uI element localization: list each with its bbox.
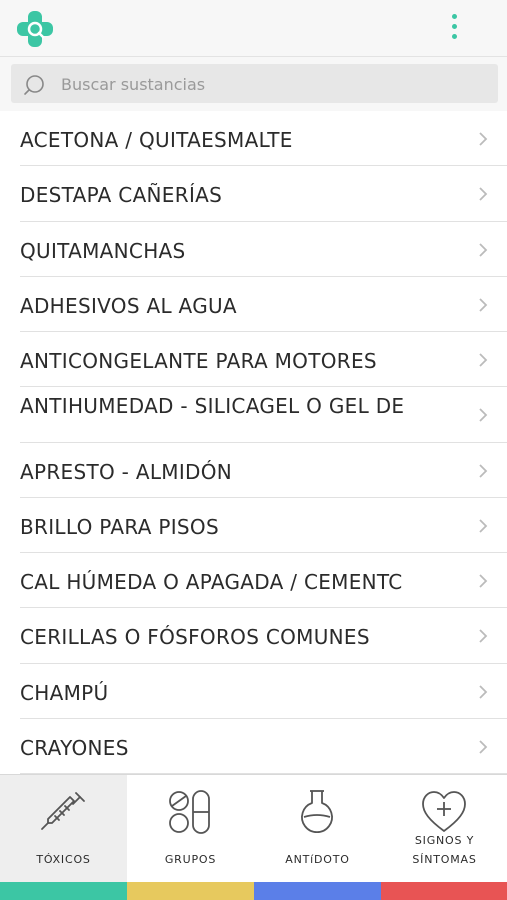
list-item-label: CRAYONES bbox=[20, 735, 129, 760]
chevron-right-icon bbox=[479, 463, 488, 478]
top-app-bar bbox=[0, 0, 507, 57]
chevron-right-icon bbox=[479, 187, 488, 201]
chevron-right-icon bbox=[479, 242, 488, 257]
chevron-right-icon bbox=[479, 574, 488, 588]
list-item-label: ANTIHUMEDAD - SILICAGEL O GEL DE bbox=[20, 394, 405, 419]
tab-grupos[interactable]: GRUPOS bbox=[127, 775, 254, 883]
flask-icon bbox=[301, 790, 333, 833]
list-item-label: ACETONA / QUITAESMALTE bbox=[20, 128, 293, 152]
list-item-label: CAL HÚMEDA O APAGADA / CEMENTC bbox=[20, 570, 403, 594]
chevron-right-icon bbox=[479, 353, 488, 367]
list-item[interactable]: ADHESIVOS AL AGUA bbox=[0, 277, 507, 332]
chevron-right-icon bbox=[479, 684, 488, 699]
tab-color-strip bbox=[254, 882, 381, 900]
tab-label: SIGNOS Y bbox=[414, 834, 475, 847]
pills-icon bbox=[169, 790, 210, 834]
chevron-right-icon bbox=[479, 298, 488, 312]
chevron-right-icon bbox=[479, 519, 488, 533]
list-item-label: QUITAMANCHAS bbox=[20, 238, 186, 263]
tab-antidoto[interactable]: ANTíDOTO bbox=[254, 775, 381, 883]
chevron-right-icon bbox=[479, 740, 488, 754]
tab-label: TÓXICOS bbox=[36, 853, 91, 866]
list-item-label: CHAMPÚ bbox=[20, 680, 109, 705]
heart-plus-icon bbox=[422, 791, 466, 832]
tab-label: ANTíDOTO bbox=[285, 853, 350, 866]
tab-toxicos[interactable]: TÓXICOS bbox=[0, 775, 127, 883]
chevron-right-icon bbox=[479, 408, 488, 422]
tab-label: SÍNTOMAS bbox=[412, 853, 477, 866]
list-item[interactable]: CAL HÚMEDA O APAGADA / CEMENTC bbox=[0, 553, 507, 609]
tab-label: GRUPOS bbox=[164, 853, 217, 866]
search-input[interactable] bbox=[59, 64, 493, 105]
more-vertical-icon bbox=[452, 34, 457, 39]
more-vertical-icon bbox=[452, 24, 457, 29]
tab-signos-sintomas[interactable]: SIGNOS Y SÍNTOMAS bbox=[381, 775, 507, 883]
list-item[interactable]: CRAYONES bbox=[0, 719, 507, 774]
tab-color-strip bbox=[0, 882, 127, 900]
search-bar bbox=[0, 57, 507, 111]
substance-list: ACETONA / QUITAESMALTE DESTAPA CAÑERÍAS … bbox=[0, 111, 507, 774]
list-item[interactable]: ACETONA / QUITAESMALTE bbox=[0, 111, 507, 167]
chevron-right-icon bbox=[479, 629, 488, 643]
bottom-tab-bar: TÓXICOS GRUPOS ANTíDOTO SIGNOS Y SÍNTOMA… bbox=[0, 774, 507, 883]
list-item[interactable]: APRESTO - ALMIDÓN bbox=[0, 443, 507, 498]
list-item-label: ADHESIVOS AL AGUA bbox=[20, 293, 237, 318]
list-item[interactable]: ANTIHUMEDAD - SILICAGEL O GEL DE bbox=[0, 387, 507, 443]
search-icon bbox=[24, 75, 44, 95]
search-box[interactable] bbox=[11, 64, 498, 105]
list-item-label: CERILLAS O FÓSFOROS COMUNES bbox=[20, 625, 370, 650]
list-item[interactable]: QUITAMANCHAS bbox=[0, 222, 507, 277]
list-item-label: ANTICONGELANTE PARA MOTORES bbox=[20, 349, 377, 373]
more-vertical-icon bbox=[452, 14, 457, 19]
list-item-label: APRESTO - ALMIDÓN bbox=[20, 459, 233, 484]
chevron-right-icon bbox=[479, 132, 488, 146]
list-item[interactable]: CERILLAS O FÓSFOROS COMUNES bbox=[0, 608, 507, 664]
more-options-button[interactable] bbox=[440, 10, 470, 44]
list-item[interactable]: DESTAPA CAÑERÍAS bbox=[0, 166, 507, 222]
list-item[interactable]: CHAMPÚ bbox=[0, 664, 507, 719]
medical-cross-logo-icon[interactable] bbox=[16, 10, 54, 48]
tab-color-strip bbox=[127, 882, 254, 900]
list-item-label: BRILLO PARA PISOS bbox=[20, 514, 219, 539]
syringe-icon bbox=[41, 792, 85, 830]
list-item-label: DESTAPA CAÑERÍAS bbox=[20, 183, 223, 208]
list-item[interactable]: BRILLO PARA PISOS bbox=[0, 498, 507, 553]
tab-color-strip bbox=[381, 882, 507, 900]
list-item[interactable]: ANTICONGELANTE PARA MOTORES bbox=[0, 332, 507, 388]
